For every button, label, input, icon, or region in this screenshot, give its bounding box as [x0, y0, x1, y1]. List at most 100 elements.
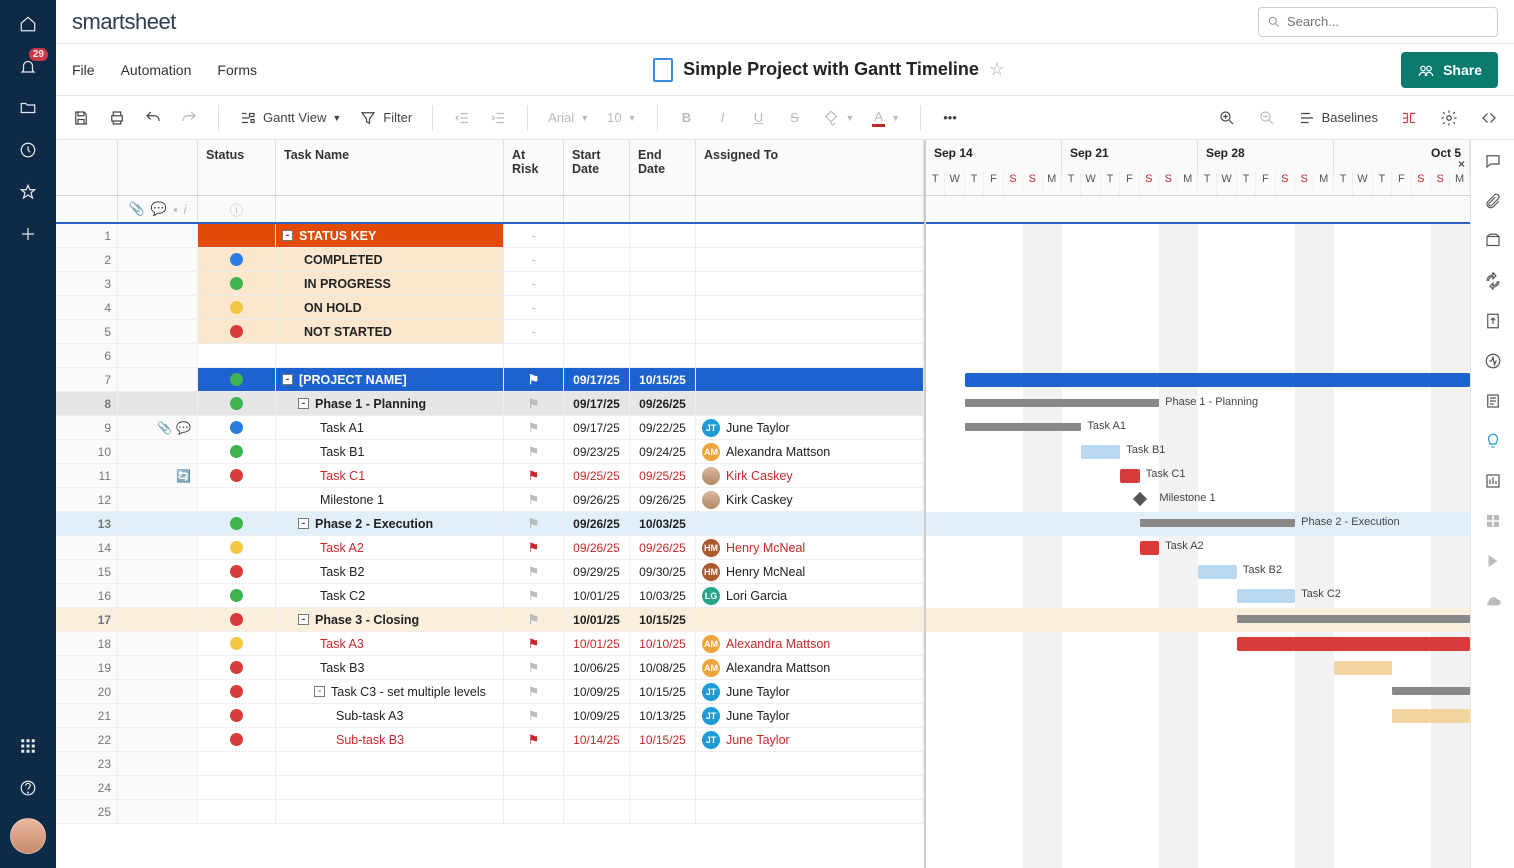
task-name-cell[interactable]: Task B1: [276, 440, 504, 463]
status-cell[interactable]: [198, 776, 276, 799]
assigned-to-cell[interactable]: LGLori Garcia: [696, 584, 924, 607]
end-date-cell[interactable]: [630, 320, 696, 343]
table-row[interactable]: 8-Phase 1 - Planning⚑09/17/2509/26/25: [56, 392, 924, 416]
start-date-cell[interactable]: 09/26/25: [564, 488, 630, 511]
outdent-icon[interactable]: [447, 103, 477, 133]
start-date-cell[interactable]: [564, 224, 630, 247]
task-name-cell[interactable]: Task B2: [276, 560, 504, 583]
row-number[interactable]: 22: [56, 728, 118, 751]
start-date-cell[interactable]: 09/23/25: [564, 440, 630, 463]
table-row[interactable]: 1-STATUS KEY-: [56, 224, 924, 248]
end-date-cell[interactable]: 09/25/25: [630, 464, 696, 487]
row-number[interactable]: 15: [56, 560, 118, 583]
start-date-cell[interactable]: [564, 320, 630, 343]
home-icon[interactable]: [16, 12, 40, 36]
at-risk-cell[interactable]: ⚑: [504, 632, 564, 655]
strike-icon[interactable]: S: [780, 103, 810, 133]
status-cell[interactable]: [198, 440, 276, 463]
row-number[interactable]: 3: [56, 272, 118, 295]
gantt-bar[interactable]: [1198, 565, 1237, 579]
status-cell[interactable]: [198, 752, 276, 775]
zoom-in-icon[interactable]: [1212, 103, 1242, 133]
at-risk-cell[interactable]: ⚑: [504, 488, 564, 511]
gantt-bar[interactable]: [1392, 687, 1470, 695]
row-number[interactable]: 6: [56, 344, 118, 367]
task-name-cell[interactable]: [276, 752, 504, 775]
table-row[interactable]: 5NOT STARTED-: [56, 320, 924, 344]
at-risk-cell[interactable]: -: [504, 248, 564, 271]
table-row[interactable]: 22Sub-task B3⚑10/14/2510/15/25JTJune Tay…: [56, 728, 924, 752]
status-cell[interactable]: [198, 368, 276, 391]
end-date-cell[interactable]: 09/26/25: [630, 392, 696, 415]
table-row[interactable]: 23: [56, 752, 924, 776]
start-date-cell[interactable]: 10/14/25: [564, 728, 630, 751]
start-date-cell[interactable]: 09/29/25: [564, 560, 630, 583]
row-number[interactable]: 11: [56, 464, 118, 487]
assigned-to-cell[interactable]: [696, 248, 924, 271]
notifications-icon[interactable]: 29: [16, 54, 40, 78]
assigned-to-cell[interactable]: HMHenry McNeal: [696, 536, 924, 559]
start-date-cell[interactable]: [564, 776, 630, 799]
menu-forms[interactable]: Forms: [217, 62, 257, 78]
col-header-task[interactable]: Task Name: [276, 140, 504, 195]
status-cell[interactable]: [198, 680, 276, 703]
print-icon[interactable]: [102, 103, 132, 133]
table-row[interactable]: 2COMPLETED-: [56, 248, 924, 272]
end-date-cell[interactable]: [630, 296, 696, 319]
favorite-star-icon[interactable]: ☆: [989, 59, 1005, 80]
col-header-status[interactable]: Status: [198, 140, 276, 195]
task-name-cell[interactable]: -Task C3 - set multiple levels: [276, 680, 504, 703]
underline-icon[interactable]: U: [744, 103, 774, 133]
status-cell[interactable]: [198, 488, 276, 511]
task-name-cell[interactable]: Task C1: [276, 464, 504, 487]
task-name-cell[interactable]: [276, 800, 504, 823]
start-date-cell[interactable]: [564, 344, 630, 367]
assigned-to-cell[interactable]: [696, 320, 924, 343]
end-date-cell[interactable]: 10/03/25: [630, 584, 696, 607]
gantt-bar[interactable]: [1237, 589, 1295, 603]
start-date-cell[interactable]: [564, 800, 630, 823]
row-number[interactable]: 12: [56, 488, 118, 511]
menu-file[interactable]: File: [72, 62, 95, 78]
table-row[interactable]: 9📎💬Task A1⚑09/17/2509/22/25JTJune Taylor: [56, 416, 924, 440]
at-risk-cell[interactable]: ⚑: [504, 512, 564, 535]
start-date-cell[interactable]: 09/17/25: [564, 416, 630, 439]
status-cell[interactable]: [198, 320, 276, 343]
end-date-cell[interactable]: 09/26/25: [630, 536, 696, 559]
assigned-to-cell[interactable]: [696, 800, 924, 823]
row-number[interactable]: 19: [56, 656, 118, 679]
table-row[interactable]: 16Task C2⚑10/01/2510/03/25LGLori Garcia: [56, 584, 924, 608]
gantt-bar[interactable]: [965, 373, 1470, 387]
gantt-bar[interactable]: [965, 423, 1082, 431]
start-date-cell[interactable]: 10/06/25: [564, 656, 630, 679]
status-cell[interactable]: [198, 344, 276, 367]
more-icon[interactable]: •••: [935, 103, 965, 133]
end-date-cell[interactable]: 10/15/25: [630, 728, 696, 751]
gantt-bar[interactable]: [1140, 541, 1159, 555]
table-row[interactable]: 21Sub-task A3⚑10/09/2510/13/25JTJune Tay…: [56, 704, 924, 728]
dashboards-panel-icon[interactable]: [1482, 510, 1504, 532]
at-risk-cell[interactable]: ⚑: [504, 656, 564, 679]
global-search[interactable]: [1258, 7, 1498, 37]
gantt-bar[interactable]: [1120, 469, 1139, 483]
table-row[interactable]: 12Milestone 1⚑09/26/2509/26/25Kirk Caske…: [56, 488, 924, 512]
gantt-bar[interactable]: [1334, 661, 1392, 675]
assigned-to-cell[interactable]: [696, 344, 924, 367]
row-number[interactable]: 25: [56, 800, 118, 823]
assigned-to-cell[interactable]: Kirk Caskey: [696, 464, 924, 487]
task-name-cell[interactable]: Task A2: [276, 536, 504, 559]
collapse-toggle[interactable]: -: [298, 518, 309, 529]
status-cell[interactable]: [198, 656, 276, 679]
help-icon[interactable]: [16, 776, 40, 800]
assigned-to-cell[interactable]: [696, 512, 924, 535]
task-name-cell[interactable]: [276, 344, 504, 367]
status-cell[interactable]: [198, 464, 276, 487]
assigned-to-cell[interactable]: [696, 296, 924, 319]
reports-panel-icon[interactable]: [1482, 470, 1504, 492]
end-date-cell[interactable]: 10/13/25: [630, 704, 696, 727]
end-date-cell[interactable]: [630, 272, 696, 295]
at-risk-cell[interactable]: ⚑: [504, 560, 564, 583]
start-date-cell[interactable]: [564, 248, 630, 271]
end-date-cell[interactable]: [630, 344, 696, 367]
view-selector[interactable]: Gantt View▼: [233, 103, 347, 133]
